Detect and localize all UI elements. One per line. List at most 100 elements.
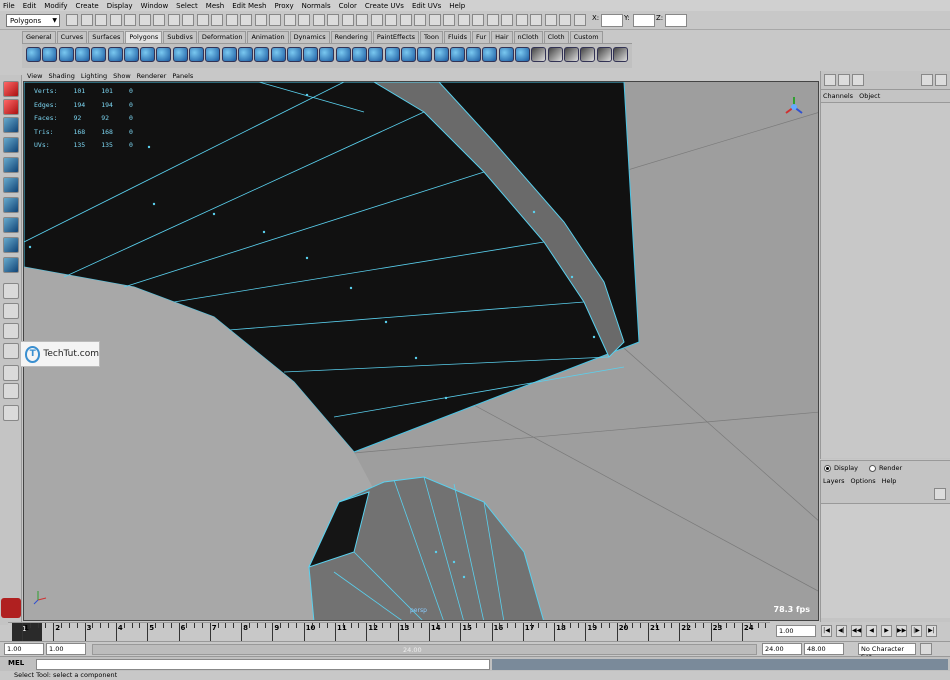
toolbox-tool-icon[interactable] [3,237,19,253]
status-tool-icon[interactable] [138,14,151,26]
status-tool-icon[interactable] [240,14,252,26]
polygon-shelf-icon[interactable] [384,47,400,62]
toolbox-tool-icon[interactable] [3,283,19,299]
toolbox-tool-icon[interactable] [3,365,19,381]
tab-custom[interactable]: Custom [569,31,603,43]
polygon-shelf-icon[interactable] [482,47,498,62]
channel-box-body[interactable] [821,102,950,458]
polygon-shelf-icon[interactable] [254,47,270,62]
polygon-shelf-icon[interactable] [368,47,384,62]
menu-create[interactable]: Create [75,2,98,10]
toolbox-tool-icon[interactable] [3,257,19,273]
polygon-shelf-icon[interactable] [303,47,319,62]
status-tool-icon[interactable] [327,14,339,26]
status-tool-icon[interactable] [515,14,528,26]
tab-cloth[interactable]: Cloth [543,31,569,43]
toolbox-tool-icon[interactable] [3,177,19,193]
toolbox-tool-icon[interactable] [3,117,19,133]
polygon-shelf-icon[interactable] [335,47,351,62]
status-tool-icon[interactable] [486,14,499,26]
status-tool-icon[interactable] [385,14,397,26]
polygon-shelf-icon[interactable] [449,47,465,62]
tab-animation[interactable]: Animation [247,31,289,43]
polygon-shelf-icon[interactable] [74,47,90,62]
toolbox-tool-icon[interactable] [3,217,19,233]
status-tool-icon[interactable] [573,14,586,26]
menu-proxy[interactable]: Proxy [274,2,293,10]
status-tool-icon[interactable] [457,14,470,26]
status-tool-icon[interactable] [167,14,180,26]
status-tool-icon[interactable] [269,14,281,26]
menu-file[interactable]: File [3,2,15,10]
layer-menu-layers[interactable]: Layers [823,477,845,485]
tab-deformation[interactable]: Deformation [197,31,247,43]
playback-button-icon[interactable]: ◀| [836,625,847,637]
status-tool-icon[interactable] [312,14,325,26]
menu-normals[interactable]: Normals [302,2,331,10]
polygon-shelf-icon[interactable] [563,47,579,62]
polygon-shelf-icon[interactable] [270,47,286,62]
toolbox-tool-icon[interactable] [3,81,19,97]
toolbox-tool-icon[interactable] [3,383,19,399]
toolbox-tool-icon[interactable] [3,323,19,339]
channel-box-menu-object[interactable]: Object [859,92,880,100]
range-slider[interactable]: 24.00 [92,644,757,655]
status-tool-icon[interactable] [472,14,484,26]
menu-edit-mesh[interactable]: Edit Mesh [232,2,266,10]
layer-menu-help[interactable]: Help [882,477,897,485]
polygon-shelf-icon[interactable] [123,47,139,62]
polygon-shelf-icon[interactable] [498,47,514,62]
viewport-menu-panels[interactable]: Panels [172,72,193,80]
z-field[interactable] [665,14,687,27]
menu-color[interactable]: Color [339,2,357,10]
tab-rendering[interactable]: Rendering [330,31,372,43]
toolbox-tool-icon[interactable] [3,197,19,213]
status-tool-icon[interactable] [341,14,354,26]
status-tool-icon[interactable] [356,14,368,26]
polygon-shelf-icon[interactable] [286,47,302,62]
render-layer-radio[interactable]: Render [869,464,902,472]
menu-help[interactable]: Help [449,2,465,10]
polygon-shelf-icon[interactable] [400,47,416,62]
panel-toggle-icon[interactable] [935,74,947,86]
playback-button-icon[interactable]: ▶| [926,625,937,637]
tab-toon[interactable]: Toon [420,31,443,43]
tab-general[interactable]: General [22,31,56,43]
playback-button-icon[interactable]: ▶ [881,625,892,637]
polygon-shelf-icon[interactable] [319,47,335,62]
polygon-shelf-icon[interactable] [580,47,596,62]
viewport-menu-lighting[interactable]: Lighting [81,72,107,80]
status-tool-icon[interactable] [443,14,455,26]
playback-button-icon[interactable]: ◀◀ [851,625,862,637]
character-set-dropdown[interactable]: No Character Set [858,643,916,661]
menu-display[interactable]: Display [107,2,133,10]
toolbox-tool-icon[interactable] [3,157,19,173]
status-tool-icon[interactable] [501,14,513,26]
tab-surfaces[interactable]: Surfaces [88,31,125,43]
tab-subdivs[interactable]: Subdivs [163,31,197,43]
playback-end-field[interactable]: 24.00 [762,643,802,655]
status-tool-icon[interactable] [211,14,223,26]
status-tool-icon[interactable] [283,14,296,26]
layout-icon[interactable] [921,74,933,86]
viewport-menu-shading[interactable]: Shading [48,72,74,80]
tab-polygons[interactable]: Polygons [125,31,163,43]
viewport-menu-renderer[interactable]: Renderer [137,72,167,80]
status-tool-icon[interactable] [298,14,310,26]
polygon-shelf-icon[interactable] [515,47,530,62]
status-tool-icon[interactable] [196,14,209,26]
mel-label[interactable]: MEL [8,659,24,667]
tab-painteffects[interactable]: PaintEffects [372,31,420,43]
menu-create-uvs[interactable]: Create UVs [365,2,404,10]
polygon-shelf-icon[interactable] [140,47,156,62]
menu-edit-uvs[interactable]: Edit UVs [412,2,441,10]
polygon-shelf-icon[interactable] [221,47,237,62]
polygon-shelf-icon[interactable] [189,47,204,62]
polygon-shelf-icon[interactable] [107,47,123,62]
playback-button-icon[interactable]: |◀ [821,625,832,637]
status-tool-icon[interactable] [428,14,441,26]
channel-box-icon[interactable] [824,74,836,86]
status-tool-icon[interactable] [109,14,122,26]
y-field[interactable] [633,14,655,27]
toolbox-tool-icon[interactable] [3,405,19,421]
